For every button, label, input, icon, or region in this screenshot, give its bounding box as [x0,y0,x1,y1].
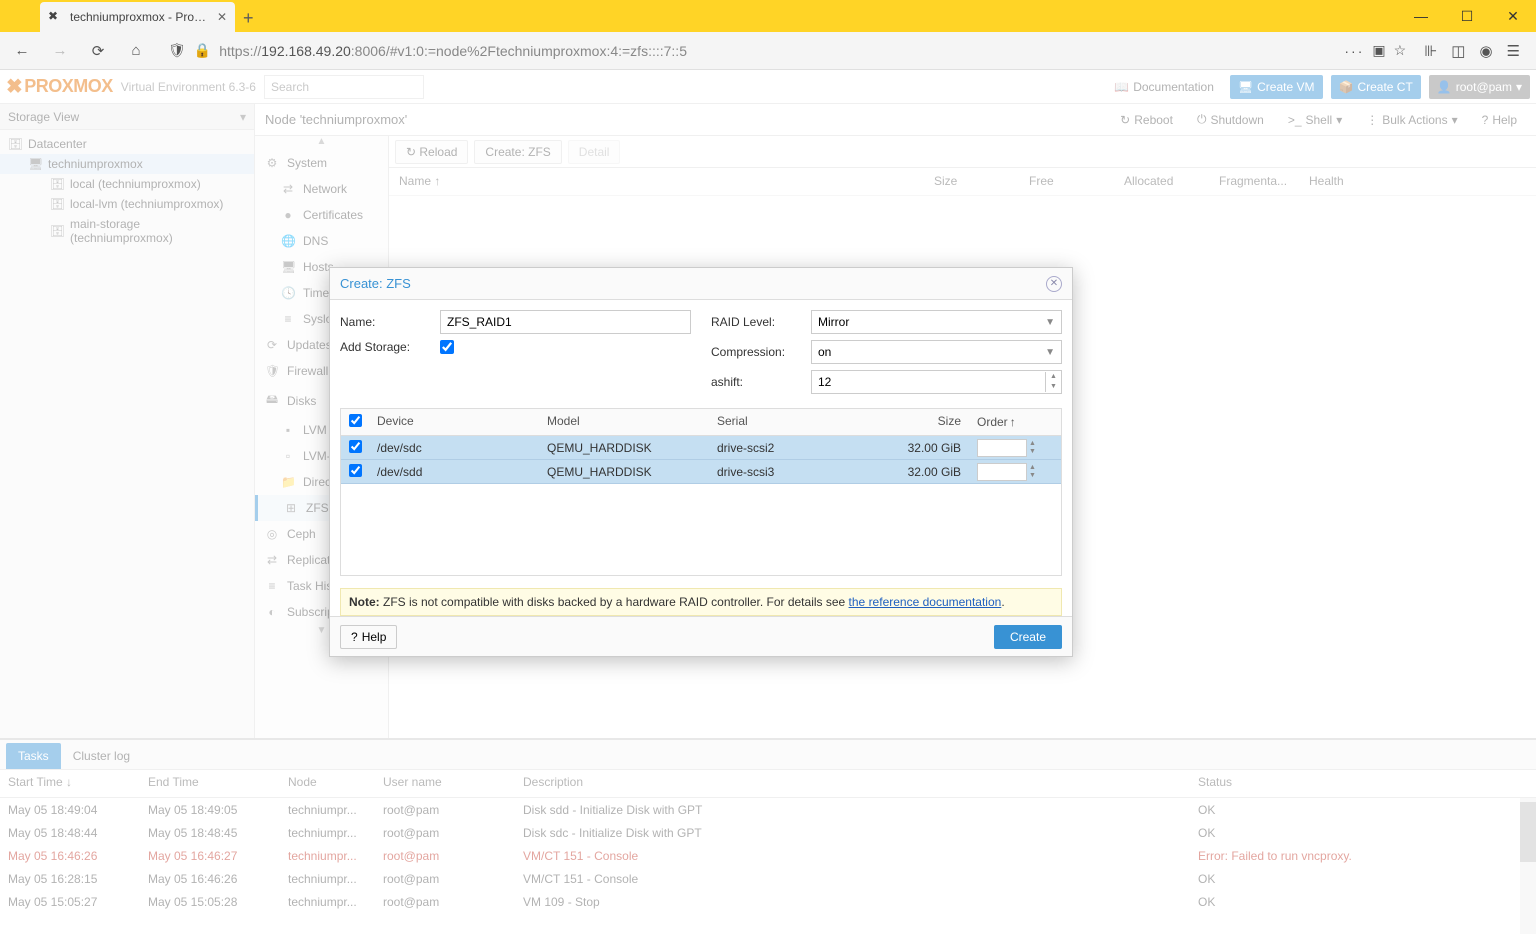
browser-chrome: ✖ techniumproxmox - Proxmox V ✕ + — ☐ ✕ … [0,0,1536,70]
col-checkbox[interactable] [341,409,369,435]
page-actions-icon[interactable]: ··· [1344,43,1364,59]
modal-create-button[interactable]: Create [994,625,1062,649]
url-bar[interactable]: 🛡 🔒 https://192.168.49.20:8006/#v1:0:=no… [160,42,1414,59]
col-serial[interactable]: Serial [709,409,879,435]
col-order[interactable]: Order ↑ [969,409,1049,435]
account-icon[interactable]: ◉ [1479,42,1492,60]
new-tab-button[interactable]: + [243,8,259,24]
modal-footer: ? Help Create [330,616,1072,656]
disk-table: Device Model Serial Size Order ↑ /dev/sd… [340,408,1062,576]
window-controls: — ☐ ✕ [1398,0,1536,32]
raid-level-select[interactable]: Mirror▼ [811,310,1062,334]
reader-icon[interactable]: ▣ [1372,42,1385,59]
col-disk-size[interactable]: Size [879,409,969,435]
disk-checkbox[interactable] [349,464,362,477]
add-storage-checkbox[interactable] [440,340,454,354]
tab-close-icon[interactable]: ✕ [217,10,227,24]
zfs-note: Note: ZFS is not compatible with disks b… [340,588,1062,616]
modal-help-button[interactable]: ? Help [340,625,397,649]
toolbar-right: ⊪ ◫ ◉ ☰ [1424,42,1528,60]
modal-title: Create: ZFS [340,276,1046,291]
col-model[interactable]: Model [539,409,709,435]
browser-tab[interactable]: ✖ techniumproxmox - Proxmox V ✕ [40,2,235,32]
add-storage-label: Add Storage: [340,340,440,354]
home-button[interactable]: ⌂ [122,37,150,65]
modal-header: Create: ZFS ✕ [330,268,1072,300]
tab-strip: ✖ techniumproxmox - Proxmox V ✕ + — ☐ ✕ [0,0,1536,32]
raid-label: RAID Level: [711,315,811,329]
browser-toolbar: ← → ⟳ ⌂ 🛡 🔒 https://192.168.49.20:8006/#… [0,32,1536,70]
compression-select[interactable]: on▼ [811,340,1062,364]
close-window-button[interactable]: ✕ [1490,0,1536,32]
name-label: Name: [340,315,440,329]
library-icon[interactable]: ⊪ [1424,42,1437,60]
col-device[interactable]: Device [369,409,539,435]
tab-title: techniumproxmox - Proxmox V [70,10,211,24]
lock-icon: 🔒 [194,42,211,59]
ashift-spinner[interactable]: ▲▼ [811,370,1062,394]
order-input[interactable] [977,439,1027,457]
minimize-button[interactable]: — [1398,0,1444,32]
disk-row[interactable]: /dev/sdcQEMU_HARDDISKdrive-scsi232.00 Gi… [341,436,1061,460]
modal-close-button[interactable]: ✕ [1046,276,1062,292]
maximize-button[interactable]: ☐ [1444,0,1490,32]
disk-checkbox[interactable] [349,440,362,453]
disk-row[interactable]: /dev/sddQEMU_HARDDISKdrive-scsi332.00 Gi… [341,460,1061,484]
create-zfs-modal: Create: ZFS ✕ Name: Add Storage: RAID Le… [329,267,1073,657]
menu-icon[interactable]: ☰ [1507,42,1520,60]
back-button[interactable]: ← [8,37,36,65]
compression-label: Compression: [711,345,811,359]
reload-button[interactable]: ⟳ [84,37,112,65]
tab-favicon-icon: ✖ [48,9,64,25]
reference-doc-link[interactable]: the reference documentation [849,595,1002,609]
sidebar-icon[interactable]: ◫ [1451,42,1465,60]
url-text: https://192.168.49.20:8006/#v1:0:=node%2… [219,43,1336,59]
name-input[interactable] [440,310,691,334]
forward-button[interactable]: → [46,37,74,65]
order-input[interactable] [977,463,1027,481]
shield-icon: 🛡 [168,42,186,59]
bookmark-icon[interactable]: ☆ [1394,42,1407,59]
ashift-label: ashift: [711,375,811,389]
